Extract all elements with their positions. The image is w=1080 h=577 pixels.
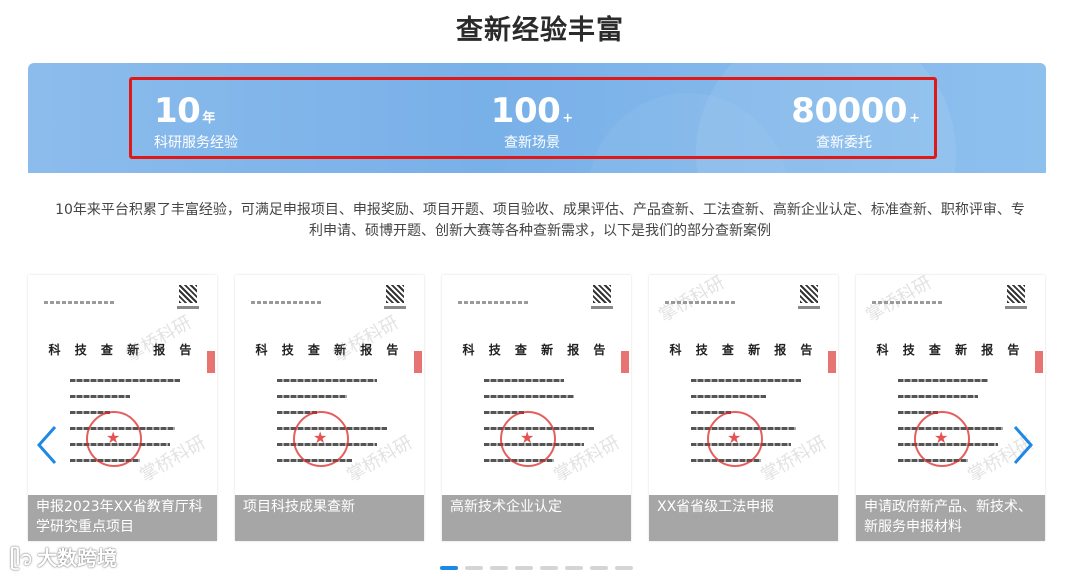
report-line [277,379,377,382]
intro-text: 10年来平台积累了丰富经验，可满足申报项目、申报奖励、项目开题、项目验收、成果评… [30,200,1050,242]
report-line [898,379,988,382]
stats-banner: 10 年 科研服务经验 100 + 查新场景 80000 + 查新委托 [28,63,1046,173]
report-header-line [458,301,528,304]
qr-code-icon [1007,285,1025,303]
pagination-dot[interactable] [490,566,508,570]
report-line [484,395,574,398]
caption-line: XX省省级工法申报 [657,499,775,515]
report-line [70,395,130,398]
qr-code-icon [386,285,404,303]
case-card[interactable]: 科 技 查 新 报 告 掌桥科研 高新技术企业认定 [442,275,631,541]
report-line [691,379,801,382]
report-title: 科 技 查 新 报 告 [876,343,1025,357]
pagination-dot[interactable] [515,566,533,570]
watermark: 掌桥科研 [136,432,210,487]
caption-line: 新服务申报材料 [864,519,962,535]
stat-unit: + [909,111,920,126]
pagination-dot[interactable] [615,566,633,570]
intro-line: 利申请、硕博开题、创新大赛等各种查新需求，以下是我们的部分查新案例 [309,223,771,239]
qr-caption [798,306,820,309]
case-caption: 申报2023年XX省教育厅科 学研究重点项目 [28,495,217,541]
stat-number: 80000 [791,91,908,131]
case-caption: 高新技术企业认定 [442,495,631,541]
qr-code-icon [179,285,197,303]
carousel-next-button[interactable] [1011,425,1035,465]
report-line [277,395,347,398]
seal-stamp-icon [707,411,763,467]
watermark: 掌桥科研 [329,312,403,367]
report-line [691,395,766,398]
report-line [70,379,180,382]
qr-caption [1005,306,1027,309]
stat-number: 100 [490,91,561,131]
brand-watermark: ᥫ᭡ 大数跨境 [10,542,117,577]
report-title: 科 技 查 新 报 告 [462,343,611,357]
stat-unit: 年 [202,111,216,126]
caption-line: 申请政府新产品、新技术、 [864,499,1032,515]
stat-label: 科研服务经验 [154,135,238,151]
brand-name: 大数跨境 [37,546,118,570]
report-line [898,395,978,398]
stats-highlight-frame: 10 年 科研服务经验 100 + 查新场景 80000 + 查新委托 [129,77,937,159]
caption-line: 学研究重点项目 [36,519,134,535]
qr-code-icon [593,285,611,303]
seal-stamp-icon [500,411,556,467]
chevron-left-icon [36,426,57,464]
carousel-prev-button[interactable] [35,425,59,465]
case-card[interactable]: 科 技 查 新 报 告 掌桥科研 掌桥科研 申报2023年XX省教育厅科 学研究… [28,275,217,541]
side-seal [1035,351,1043,373]
seal-stamp-icon [914,411,970,467]
pagination-dot[interactable] [590,566,608,570]
report-thumbnail: 科 技 查 新 报 告 掌桥科研 [442,275,631,495]
stat-label: 查新委托 [816,135,872,151]
side-seal [828,351,836,373]
report-header-line [251,301,321,304]
watermark: 掌桥科研 [550,432,624,487]
watermark: 掌桥科研 [122,312,196,367]
watermark: 掌桥科研 [757,432,831,487]
chat-bubble-icon: ᥫ᭡ [10,546,34,570]
stat-experience: 10 年 科研服务经验 [154,92,238,152]
report-title: 科 技 查 新 报 告 [669,343,818,357]
caption-line: 项目科技成果查新 [243,499,355,515]
chevron-right-icon [1013,426,1034,464]
side-seal [207,351,215,373]
report-thumbnail: 科 技 查 新 报 告 掌桥科研 掌桥科研 [649,275,838,495]
caption-line: 申报2023年XX省教育厅科 [36,499,203,515]
stat-number: 10 [154,91,201,131]
case-carousel: 科 技 查 新 报 告 掌桥科研 掌桥科研 申报2023年XX省教育厅科 学研究… [28,275,1046,541]
case-card[interactable]: 科 技 查 新 报 告 掌桥科研 掌桥科研 项目科技成果查新 [235,275,424,541]
report-line [484,379,564,382]
side-seal [621,351,629,373]
side-seal [414,351,422,373]
caption-line: 高新技术企业认定 [450,499,562,515]
case-card[interactable]: 科 技 查 新 报 告 掌桥科研 掌桥科研 XX省省级工法申报 [649,275,838,541]
case-card[interactable]: 科 技 查 新 报 告 掌桥科研 掌桥科研 申请政府新产品、新技术、 新服务申报… [856,275,1045,541]
stat-label: 查新场景 [504,135,560,151]
page-title: 查新经验丰富 [456,15,624,46]
report-thumbnail: 科 技 查 新 报 告 掌桥科研 掌桥科研 [235,275,424,495]
intro-line: 10年来平台积累了丰富经验，可满足申报项目、申报奖励、项目开题、项目验收、成果评… [55,202,1025,218]
case-caption: 项目科技成果查新 [235,495,424,541]
case-caption: XX省省级工法申报 [649,495,838,541]
qr-code-icon [800,285,818,303]
pagination-dot[interactable] [565,566,583,570]
seal-stamp-icon [293,411,349,467]
stat-unit: + [562,111,574,126]
watermark: 掌桥科研 [343,432,417,487]
pagination-dot[interactable] [540,566,558,570]
seal-stamp-icon [86,411,142,467]
stat-commissions: 80000 + 查新委托 [791,92,920,152]
case-caption: 申请政府新产品、新技术、 新服务申报材料 [856,495,1045,541]
pagination-dot[interactable] [465,566,483,570]
pagination-dot[interactable] [440,566,458,570]
report-header-line [44,301,114,304]
stat-scenarios: 100 + 查新场景 [482,92,582,152]
qr-caption [591,306,613,309]
